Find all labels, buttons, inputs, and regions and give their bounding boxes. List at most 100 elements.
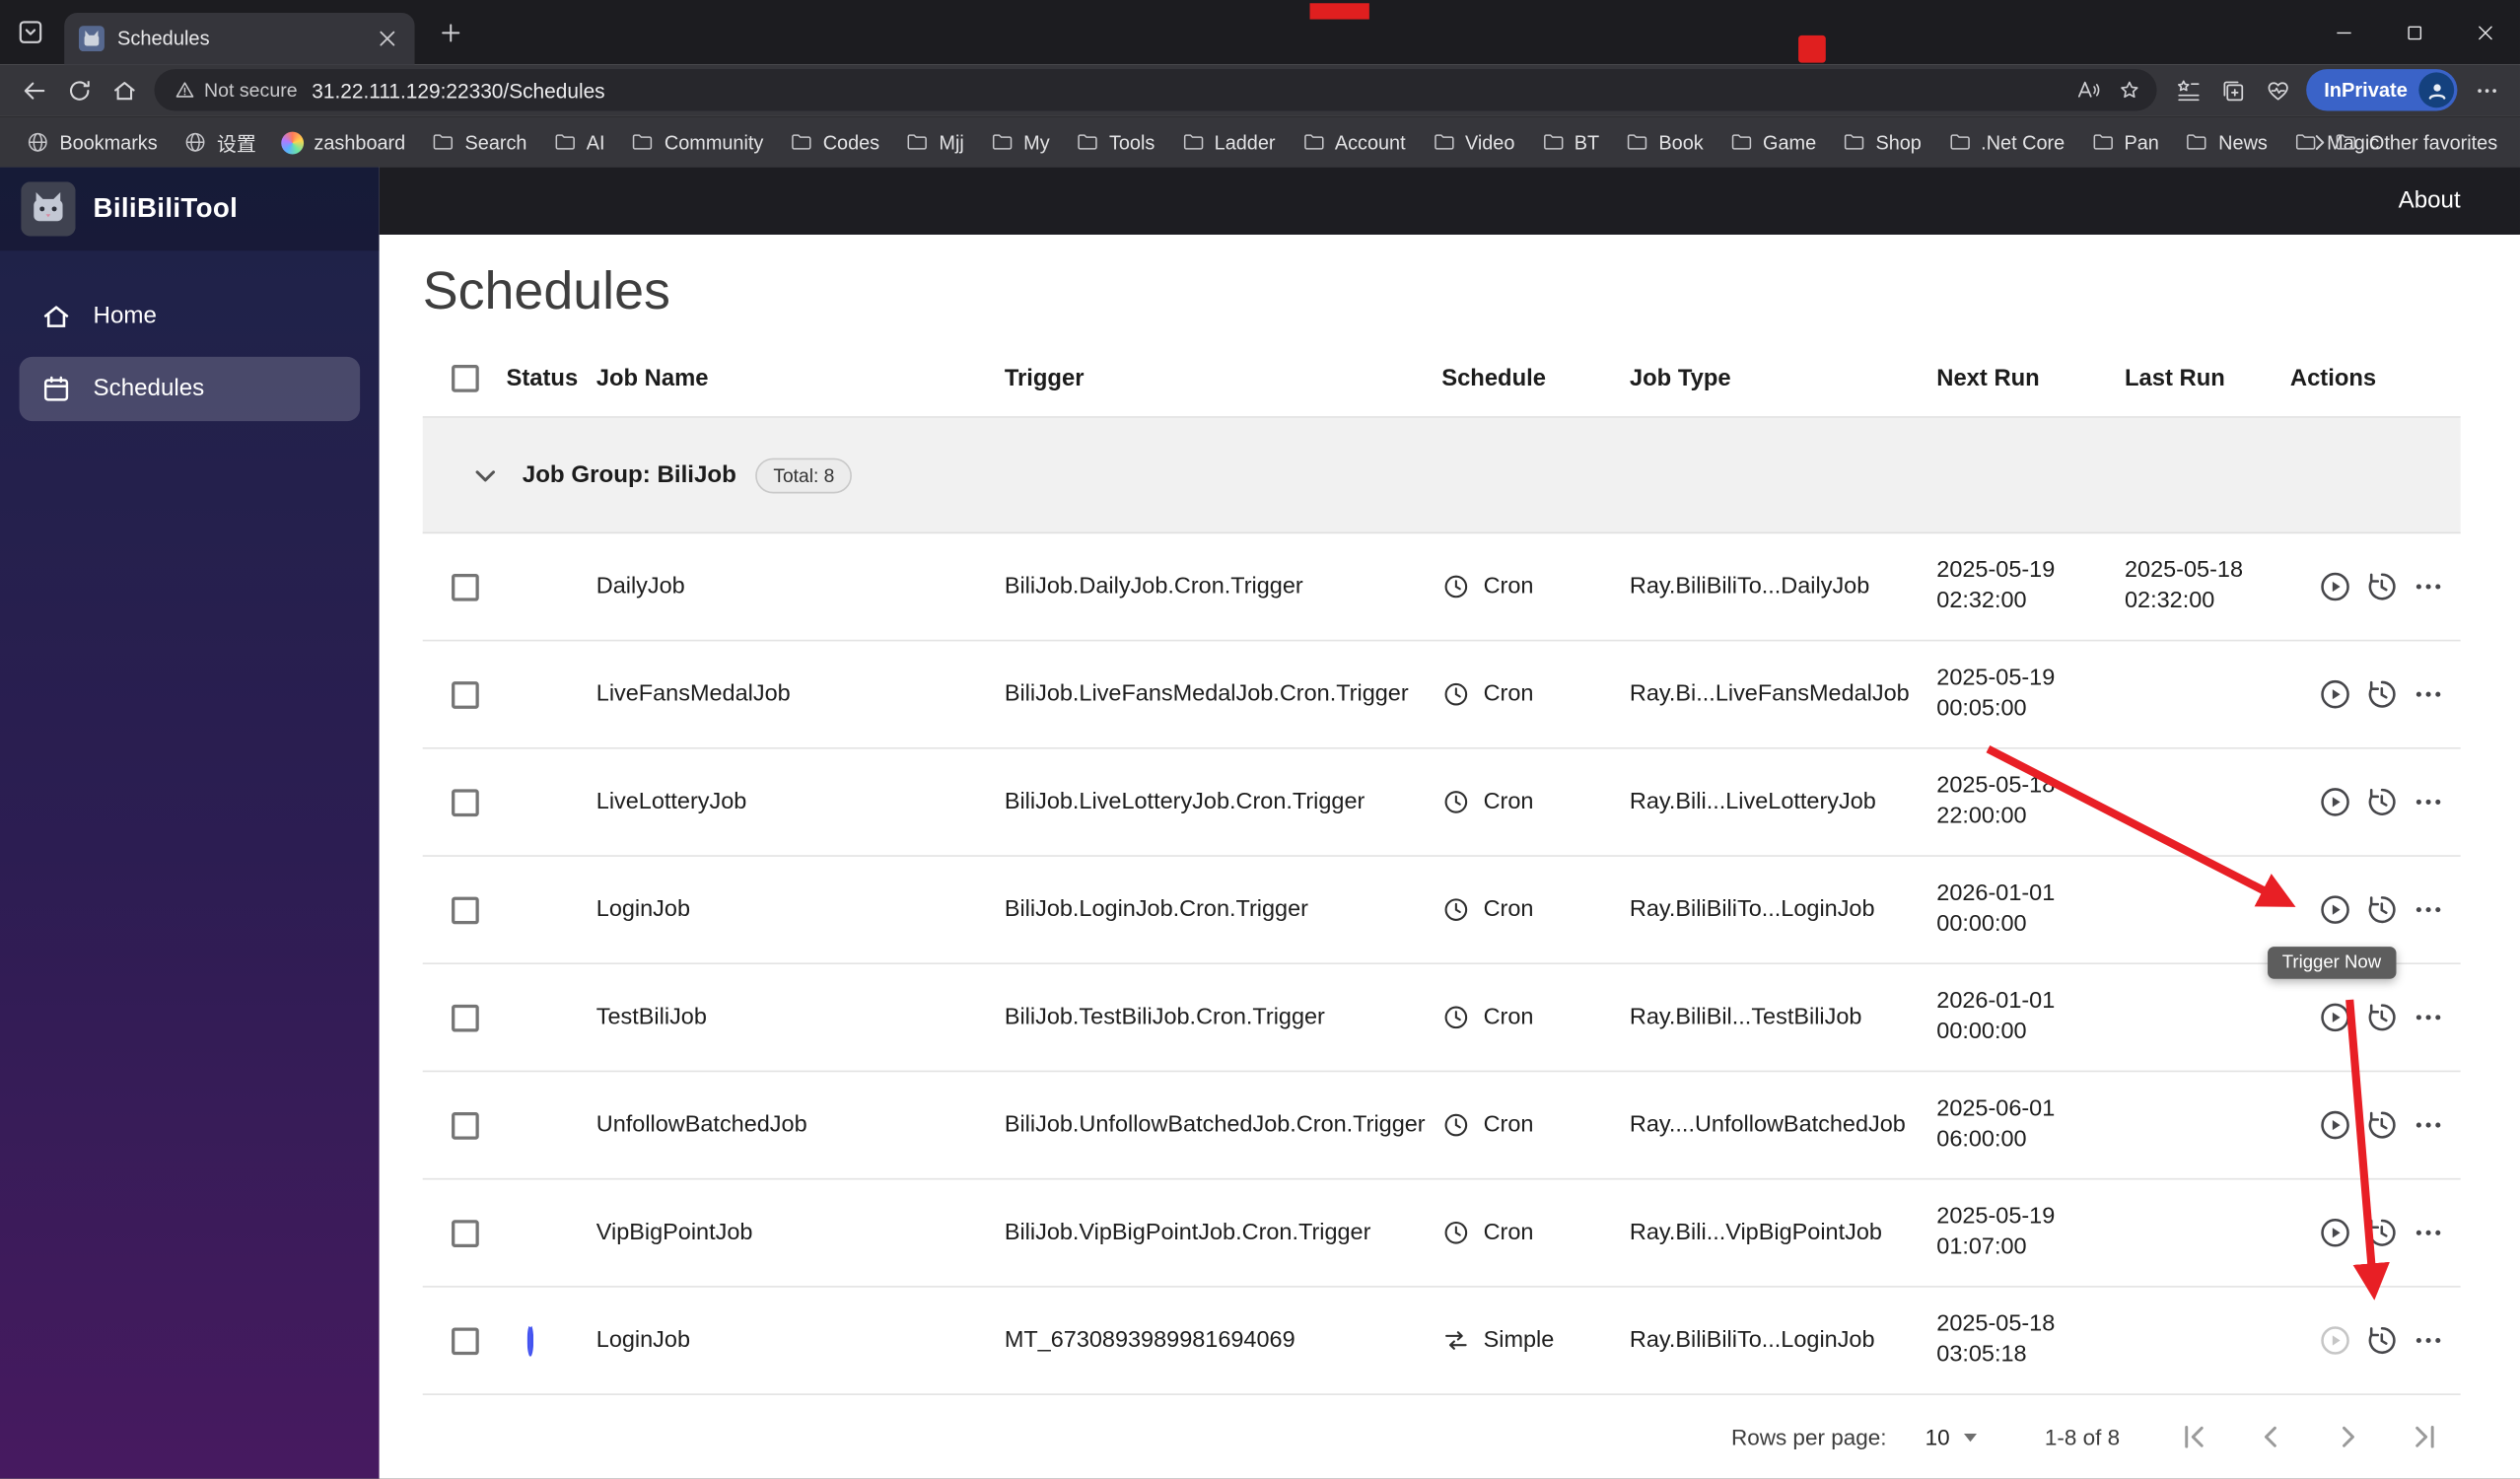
- play-circle-icon: [2321, 788, 2349, 816]
- bookmark-item[interactable]: Game: [1716, 125, 1829, 159]
- next-run: 2025-05-18 03:05:18: [1936, 1311, 2056, 1369]
- table-row: LoginJob MT_6730893989981694069 Simple R…: [422, 1288, 2461, 1395]
- favorites-bar-icon[interactable]: [2165, 69, 2210, 110]
- history-button[interactable]: [2364, 1000, 2400, 1035]
- trigger-now-button[interactable]: [2318, 1000, 2353, 1035]
- browser-essentials-icon[interactable]: [2255, 69, 2300, 110]
- select-all-checkbox[interactable]: [452, 365, 479, 392]
- collections-icon[interactable]: [2209, 69, 2255, 110]
- more-actions-button[interactable]: [2411, 784, 2446, 819]
- about-button[interactable]: About: [2399, 188, 2461, 214]
- address-bar[interactable]: Not secure 31.22.111.129:22330/Schedules: [154, 69, 2157, 111]
- history-button[interactable]: [2364, 1107, 2400, 1143]
- row-checkbox[interactable]: [452, 1111, 479, 1139]
- home-icon[interactable]: [102, 69, 147, 110]
- more-actions-button[interactable]: [2411, 1215, 2446, 1250]
- back-icon[interactable]: [11, 69, 56, 110]
- tab-close-icon[interactable]: [375, 26, 400, 51]
- schedule-label: Cron: [1483, 1220, 1534, 1246]
- bookmark-item[interactable]: Book: [1612, 125, 1716, 159]
- bookmark-item[interactable]: 设置: [171, 123, 269, 162]
- sidebar-item-schedules[interactable]: Schedules: [19, 356, 361, 422]
- bookmark-item[interactable]: Codes: [776, 125, 892, 159]
- row-checkbox[interactable]: [452, 1219, 479, 1247]
- bookmark-item[interactable]: Ladder: [1167, 125, 1288, 159]
- folder-icon: [555, 134, 575, 150]
- bookmark-item[interactable]: BT: [1527, 125, 1612, 159]
- history-button[interactable]: [2364, 676, 2400, 712]
- browser-tab[interactable]: Schedules: [64, 13, 415, 65]
- bookmark-item[interactable]: AI: [540, 125, 618, 159]
- trigger-now-button[interactable]: [2318, 1323, 2353, 1359]
- more-actions-button[interactable]: [2411, 1000, 2446, 1035]
- tab-actions-icon[interactable]: [15, 16, 47, 48]
- read-aloud-icon[interactable]: [2066, 71, 2108, 109]
- folder-icon: [2187, 134, 2207, 150]
- minimize-button[interactable]: [2308, 0, 2379, 64]
- prev-page-button[interactable]: [2252, 1418, 2290, 1456]
- bookmark-item[interactable]: Mjj: [892, 125, 977, 159]
- bookmark-item[interactable]: zashboard: [269, 126, 418, 159]
- trigger-now-button[interactable]: [2318, 784, 2353, 819]
- history-button[interactable]: [2364, 784, 2400, 819]
- bookmark-item[interactable]: Search: [418, 125, 539, 159]
- url-text[interactable]: 31.22.111.129:22330/Schedules: [312, 78, 604, 102]
- row-checkbox[interactable]: [452, 895, 479, 924]
- trigger-now-button[interactable]: [2318, 1215, 2353, 1250]
- more-horiz-icon: [2415, 1230, 2441, 1235]
- row-checkbox[interactable]: [452, 573, 479, 600]
- row-checkbox[interactable]: [452, 788, 479, 816]
- column-header-trigger: Trigger: [1004, 365, 1085, 391]
- trigger-now-button[interactable]: [2318, 676, 2353, 712]
- bookmark-item[interactable]: Tools: [1063, 125, 1168, 159]
- bookmark-item[interactable]: Bookmarks: [13, 125, 171, 159]
- collapse-group-icon[interactable]: [467, 458, 503, 493]
- more-actions-button[interactable]: [2411, 892, 2446, 928]
- more-actions-button[interactable]: [2411, 1107, 2446, 1143]
- bookmark-item[interactable]: Shop: [1829, 125, 1934, 159]
- next-page-button[interactable]: [2329, 1418, 2367, 1456]
- bookmark-item[interactable]: News: [2172, 125, 2280, 159]
- bookmark-item[interactable]: Video: [1419, 125, 1528, 159]
- row-checkbox[interactable]: [452, 680, 479, 709]
- close-button[interactable]: [2449, 0, 2520, 64]
- sidebar: BiliBiliTool Home Schedules: [0, 167, 380, 1479]
- inprivate-badge[interactable]: InPrivate: [2306, 69, 2458, 111]
- first-page-button[interactable]: [2175, 1418, 2213, 1456]
- history-button[interactable]: [2364, 892, 2400, 928]
- tab-title: Schedules: [116, 27, 210, 50]
- more-actions-button[interactable]: [2411, 676, 2446, 712]
- more-actions-button[interactable]: [2411, 1323, 2446, 1359]
- schedule-label: Cron: [1483, 681, 1534, 708]
- trigger-now-button[interactable]: [2318, 569, 2353, 604]
- last-page-button[interactable]: [2406, 1418, 2444, 1456]
- bookmark-item[interactable]: Pan: [2077, 125, 2172, 159]
- security-indicator[interactable]: Not secure: [174, 79, 298, 102]
- row-checkbox[interactable]: [452, 1003, 479, 1031]
- other-favorites[interactable]: Other favorites: [2334, 130, 2507, 154]
- bookmark-item[interactable]: My: [977, 125, 1063, 159]
- refresh-icon[interactable]: [56, 69, 102, 110]
- bookmark-item[interactable]: Community: [618, 125, 777, 159]
- sidebar-item-home[interactable]: Home: [20, 285, 361, 349]
- profile-avatar[interactable]: [2418, 72, 2455, 108]
- rows-per-page-select[interactable]: 10: [1925, 1425, 1978, 1449]
- settings-more-icon[interactable]: [2464, 69, 2509, 110]
- row-checkbox[interactable]: [452, 1326, 479, 1355]
- more-actions-button[interactable]: [2411, 569, 2446, 604]
- history-button[interactable]: [2364, 1215, 2400, 1250]
- bookmark-item[interactable]: Account: [1289, 125, 1419, 159]
- trigger-name: BiliJob.VipBigPointJob.Cron.Trigger: [1004, 1220, 1371, 1246]
- bookmark-item[interactable]: .Net Core: [1934, 125, 2077, 159]
- new-tab-button[interactable]: [437, 20, 464, 47]
- maximize-button[interactable]: [2379, 0, 2450, 64]
- favorite-star-icon[interactable]: [2109, 71, 2150, 109]
- bookmarks-overflow-icon[interactable]: [2306, 128, 2334, 157]
- trigger-now-button[interactable]: [2318, 1107, 2353, 1143]
- history-button[interactable]: [2364, 569, 2400, 604]
- history-button[interactable]: [2364, 1323, 2400, 1359]
- folder-icon: [1183, 134, 1203, 150]
- folder-icon: [1627, 134, 1647, 150]
- folder-icon: [1845, 134, 1864, 150]
- trigger-now-button[interactable]: [2318, 892, 2353, 928]
